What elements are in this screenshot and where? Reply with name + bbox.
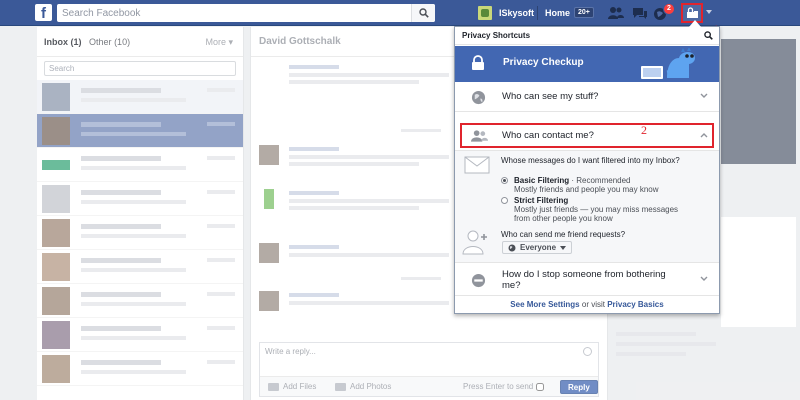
- conversation-item[interactable]: [37, 352, 243, 386]
- facebook-logo[interactable]: f: [35, 4, 52, 21]
- privacy-dinosaur-icon: [641, 48, 695, 79]
- strict-filtering-desc: Mostly just friends — you may miss messa…: [514, 205, 679, 223]
- padlock-icon: [472, 55, 484, 70]
- home-count-badge: 20+: [574, 7, 594, 18]
- message-item: [259, 145, 459, 175]
- messages-jewel[interactable]: [631, 5, 649, 21]
- emoji-icon[interactable]: [583, 347, 592, 356]
- annotation-step-2: 2: [641, 123, 647, 137]
- filter-question: Whose messages do I want filtered into m…: [501, 156, 680, 165]
- basic-filtering-title: Basic Filtering: [514, 176, 570, 185]
- message-item: [259, 291, 459, 321]
- tab-other[interactable]: Other (10): [89, 37, 130, 47]
- message-item: [259, 243, 459, 273]
- add-friend-icon: [462, 230, 487, 255]
- see-more-settings-link[interactable]: See More Settings: [510, 300, 579, 309]
- flyout-header: Privacy Shortcuts: [455, 27, 719, 45]
- flyout-title: Privacy Shortcuts: [462, 31, 531, 40]
- message-item: [259, 63, 459, 93]
- notifications-badge: 2: [663, 3, 675, 15]
- basic-filtering-suffix: · Recommended: [569, 176, 631, 185]
- basic-filtering-radio[interactable]: [501, 177, 508, 184]
- globe-icon: [508, 244, 516, 251]
- friend-requests-question: Who can send me friend requests?: [501, 230, 626, 239]
- search-icon[interactable]: [704, 31, 713, 40]
- paperclip-icon: [268, 382, 279, 391]
- inbox-header: Inbox (1) Other (10) More ▾: [37, 27, 243, 57]
- privacy-checkup-label: Privacy Checkup: [503, 57, 584, 68]
- who-can-see-my-stuff-row[interactable]: Who can see my stuff?: [455, 82, 719, 112]
- basic-filtering-desc: Mostly friends and people you may know: [514, 185, 659, 194]
- friend-requests-value: Everyone: [520, 243, 557, 252]
- conversation-item-selected[interactable]: [37, 114, 243, 148]
- search-button[interactable]: [411, 4, 435, 22]
- tab-inbox[interactable]: Inbox (1): [44, 37, 82, 47]
- stop-bothering-label: How do I stop someone from bothering me?: [502, 269, 666, 291]
- who-can-contact-label: Who can contact me?: [502, 130, 594, 141]
- date-divider: [401, 277, 441, 280]
- strict-filtering-radio[interactable]: [501, 197, 508, 204]
- nav-divider: [537, 6, 538, 20]
- reply-composer: Add Files Add Photos Press Enter to send…: [259, 342, 599, 397]
- account-menu-arrow-icon[interactable]: [706, 10, 712, 14]
- search-icon: [419, 8, 429, 18]
- search-bar: [57, 4, 435, 22]
- conversation-item[interactable]: [37, 216, 243, 250]
- who-can-contact-me-row[interactable]: Who can contact me?: [455, 121, 719, 151]
- flyout-footer: See More Settings or visit Privacy Basic…: [455, 297, 719, 313]
- chevron-up-icon: [700, 133, 708, 138]
- conversation-item[interactable]: [37, 284, 243, 318]
- reply-input[interactable]: [260, 343, 560, 363]
- profile-name: ISkysoft: [499, 8, 535, 18]
- inbox-search-input[interactable]: Search: [44, 61, 236, 76]
- home-link[interactable]: Home 20+: [545, 7, 594, 18]
- press-enter-toggle[interactable]: Press Enter to send: [463, 382, 545, 391]
- message-item: [259, 189, 459, 219]
- flyout-caret: [689, 20, 701, 27]
- date-divider: [401, 129, 441, 132]
- ad-image: [721, 39, 796, 164]
- reply-button[interactable]: Reply: [560, 380, 598, 394]
- strict-filtering-title: Strict Filtering: [514, 196, 569, 205]
- footer-connector-text: or visit: [579, 300, 608, 309]
- globe-icon: [471, 90, 486, 105]
- who-can-see-label: Who can see my stuff?: [502, 91, 599, 102]
- messages-icon: [633, 8, 647, 19]
- chevron-down-icon: [700, 93, 708, 98]
- conversation-item[interactable]: [37, 80, 243, 114]
- people-icon: [471, 130, 488, 142]
- stop-bothering-row[interactable]: How do I stop someone from bothering me?: [455, 264, 719, 296]
- reply-toolbar: Add Files Add Photos Press Enter to send…: [260, 376, 598, 396]
- chevron-down-icon: [700, 276, 708, 281]
- home-label: Home: [545, 7, 571, 18]
- conversation-item[interactable]: [37, 250, 243, 284]
- add-files-button[interactable]: Add Files: [268, 382, 316, 391]
- ad-image: [721, 217, 796, 327]
- profile-link[interactable]: ISkysoft: [478, 5, 534, 21]
- contact-settings-panel: Whose messages do I want filtered into m…: [455, 151, 719, 263]
- profile-avatar: [478, 6, 492, 20]
- privacy-checkup-row[interactable]: Privacy Checkup: [455, 46, 719, 82]
- lock-icon: [687, 7, 698, 18]
- more-menu[interactable]: More ▾: [205, 37, 233, 48]
- privacy-basics-link[interactable]: Privacy Basics: [607, 300, 664, 309]
- search-input[interactable]: [57, 4, 397, 22]
- add-photos-button[interactable]: Add Photos: [335, 382, 391, 391]
- top-navigation-bar: f ISkysoft Home 20+ 2: [0, 0, 800, 26]
- press-enter-checkbox[interactable]: [536, 382, 545, 391]
- friends-icon: [608, 7, 624, 19]
- envelope-icon: [464, 156, 490, 174]
- inbox-panel: Inbox (1) Other (10) More ▾ Search: [37, 27, 244, 400]
- camera-icon: [335, 382, 346, 391]
- basic-filtering-option[interactable]: Basic Filtering · Recommended Mostly frie…: [501, 176, 694, 194]
- conversation-item[interactable]: [37, 148, 243, 182]
- friend-requests-jewel[interactable]: [607, 5, 625, 21]
- privacy-shortcuts-flyout: Privacy Shortcuts Privacy Checkup Who ca…: [454, 26, 720, 314]
- conversation-item[interactable]: [37, 318, 243, 352]
- block-icon: [471, 273, 486, 288]
- dropdown-arrow-icon: [560, 245, 567, 250]
- conversation-item[interactable]: [37, 182, 243, 216]
- friend-requests-dropdown[interactable]: Everyone: [502, 241, 573, 254]
- strict-filtering-option[interactable]: Strict Filtering Mostly just friends — yo…: [501, 196, 694, 223]
